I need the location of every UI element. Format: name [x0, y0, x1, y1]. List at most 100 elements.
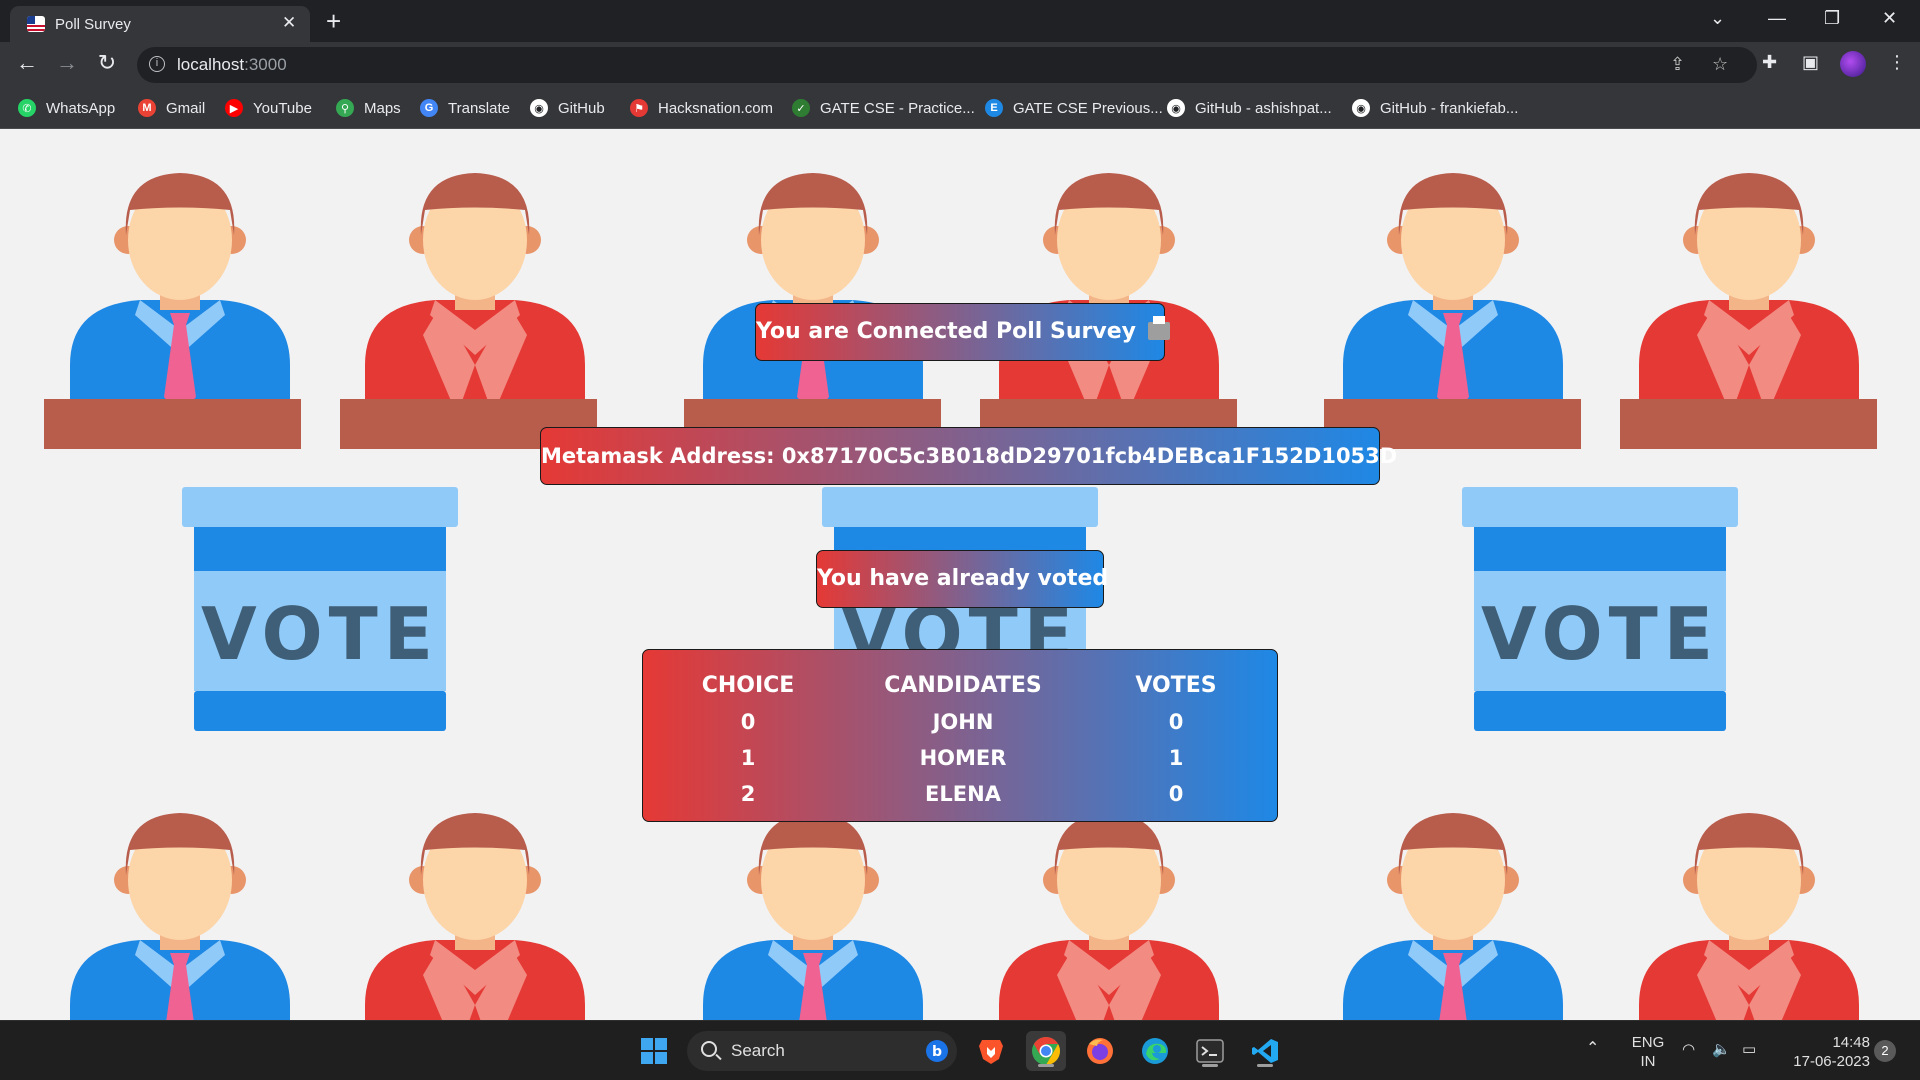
- bookmark-label: Translate: [448, 99, 510, 117]
- podium-illustration: [44, 399, 301, 449]
- bookmark-label: WhatsApp: [46, 99, 116, 117]
- running-indicator: [1202, 1064, 1218, 1067]
- header-votes: VOTES: [1135, 672, 1217, 698]
- ballot-box-icon: [1147, 316, 1170, 340]
- url-text[interactable]: localhost:3000: [177, 55, 287, 75]
- bookmark-favicon-icon: ◉: [530, 99, 548, 117]
- bookmark-favicon-icon: ▶: [225, 99, 243, 117]
- bookmark-item[interactable]: M Gmail: [138, 96, 205, 120]
- brave-browser-icon[interactable]: [971, 1031, 1011, 1071]
- results-table: CHOICE CANDIDATES VOTES 0 JOHN 0 1 HOMER…: [643, 666, 1279, 812]
- profile-avatar[interactable]: [1840, 51, 1866, 77]
- forward-icon[interactable]: →: [52, 50, 82, 76]
- votes-cell: 1: [1168, 746, 1184, 770]
- clock-time: 14:48: [1832, 1034, 1870, 1051]
- bookmark-item[interactable]: ◉ GitHub: [530, 96, 605, 120]
- address-value: 0x87170C5c3B018dD29701fcb4DEBca1F152D105…: [781, 444, 1398, 468]
- close-window-icon[interactable]: ✕: [1882, 8, 1897, 29]
- region-code: IN: [1640, 1053, 1656, 1070]
- voter-blue-illustration: [50, 805, 310, 1020]
- menu-kebab-icon[interactable]: ⋮: [1888, 52, 1906, 73]
- bookmark-item[interactable]: ◉ GitHub - frankiefab...: [1352, 96, 1518, 120]
- share-icon[interactable]: ⇪: [1670, 54, 1685, 75]
- battery-icon[interactable]: ▭: [1742, 1040, 1756, 1059]
- voter-red-illustration: [345, 165, 605, 430]
- table-row: 2 ELENA 0: [643, 776, 1279, 812]
- candidate-cell: HOMER: [919, 746, 1007, 770]
- svg-text:VOTE: VOTE: [1481, 592, 1719, 676]
- show-hidden-icons-chevron-icon[interactable]: ⌃: [1586, 1039, 1599, 1058]
- wifi-icon[interactable]: ◠: [1682, 1040, 1695, 1059]
- bookmark-favicon-icon: ✓: [792, 99, 810, 117]
- bing-icon[interactable]: b: [925, 1039, 949, 1063]
- bookmark-favicon-icon: ◉: [1167, 99, 1185, 117]
- bookmark-label: GitHub - ashishpat...: [1195, 99, 1332, 117]
- back-icon[interactable]: ←: [12, 50, 42, 76]
- vote-box-illustration: VOTE: [182, 487, 458, 731]
- voter-red-illustration: [345, 805, 605, 1020]
- bookmark-item[interactable]: ✆ WhatsApp: [18, 96, 115, 120]
- address-bar[interactable]: i localhost:3000 ⇪ ☆: [137, 47, 1757, 83]
- bookmarks-bar: ✆ WhatsApp M Gmail ▶ YouTube ⚲ Maps G Translate ◉ G…: [0, 88, 1920, 129]
- candidate-cell: JOHN: [932, 710, 994, 734]
- notification-badge[interactable]: 2: [1874, 1040, 1896, 1062]
- tab-search-chevron-icon[interactable]: ⌄: [1710, 8, 1725, 29]
- vote-box-illustration: VOTE: [1462, 487, 1738, 731]
- table-row: 0 JOHN 0: [643, 704, 1279, 740]
- extensions-puzzle-icon[interactable]: ✚: [1762, 52, 1777, 73]
- side-panel-icon[interactable]: ▣: [1802, 52, 1819, 73]
- connected-text: You are Connected Poll Survey: [756, 319, 1136, 344]
- bookmark-item[interactable]: ⚑ Hacksnation.com: [630, 96, 773, 120]
- header-choice: CHOICE: [701, 672, 795, 698]
- bookmark-label: GitHub: [558, 99, 605, 117]
- bookmark-label: GitHub - frankiefab...: [1380, 99, 1519, 117]
- bookmark-label: Hacksnation.com: [658, 99, 774, 117]
- chrome-icon[interactable]: [1026, 1031, 1066, 1071]
- bookmark-item[interactable]: ⚲ Maps: [336, 96, 401, 120]
- clock-date: 17-06-2023: [1793, 1053, 1870, 1070]
- running-indicator: [1257, 1064, 1273, 1067]
- bookmark-item[interactable]: ▶ YouTube: [225, 96, 312, 120]
- start-windows-icon[interactable]: [634, 1031, 674, 1071]
- clock[interactable]: 14:48 17-06-2023: [1774, 1033, 1870, 1071]
- terminal-icon[interactable]: [1190, 1031, 1230, 1071]
- voter-red-illustration: [1619, 805, 1879, 1020]
- bookmark-label: GATE CSE Previous...: [1013, 99, 1163, 117]
- voter-red-illustration: [979, 805, 1239, 1020]
- voter-blue-illustration: [1323, 805, 1583, 1020]
- restore-icon[interactable]: ❐: [1824, 8, 1840, 29]
- reload-icon[interactable]: ↻: [92, 50, 122, 76]
- minimize-icon[interactable]: —: [1768, 8, 1786, 29]
- votes-cell: 0: [1168, 782, 1184, 806]
- edge-icon[interactable]: [1135, 1031, 1175, 1071]
- new-tab-icon[interactable]: +: [326, 6, 341, 37]
- votes-cell: 0: [1168, 710, 1184, 734]
- volume-icon[interactable]: 🔈: [1712, 1040, 1731, 1059]
- bookmark-item[interactable]: ✓ GATE CSE - Practice...: [792, 96, 975, 120]
- voter-blue-illustration: [1323, 165, 1583, 430]
- bookmark-label: GATE CSE - Practice...: [820, 99, 975, 117]
- language-code: ENG: [1631, 1034, 1665, 1051]
- tab-title: Poll Survey: [55, 16, 131, 33]
- browser-tab[interactable]: Poll Survey ✕: [10, 6, 310, 42]
- bookmark-favicon-icon: M: [138, 99, 156, 117]
- language-indicator[interactable]: ENG IN: [1628, 1033, 1668, 1071]
- firefox-icon[interactable]: [1080, 1031, 1120, 1071]
- table-header-row: CHOICE CANDIDATES VOTES: [643, 666, 1279, 704]
- bookmark-item[interactable]: ◉ GitHub - ashishpat...: [1167, 96, 1332, 120]
- windows-taskbar: Search b ⌃ ENG IN ◠ 🔈 ▭ 14:48 17-06-2023…: [0, 1020, 1920, 1080]
- bookmark-item[interactable]: E GATE CSE Previous...: [985, 96, 1163, 120]
- bookmark-favicon-icon: ⚲: [336, 99, 354, 117]
- bookmark-star-icon[interactable]: ☆: [1712, 54, 1728, 75]
- connected-banner: You are Connected Poll Survey: [755, 303, 1170, 361]
- bookmark-favicon-icon: ✆: [18, 99, 36, 117]
- podium-illustration: [1620, 399, 1877, 449]
- choice-cell: 2: [740, 782, 756, 806]
- site-info-icon[interactable]: i: [149, 56, 165, 72]
- candidate-cell: ELENA: [925, 782, 1001, 806]
- close-tab-icon[interactable]: ✕: [282, 13, 296, 33]
- bookmark-favicon-icon: ⚑: [630, 99, 648, 117]
- vscode-icon[interactable]: [1245, 1031, 1285, 1071]
- taskbar-search-box[interactable]: Search b: [687, 1031, 957, 1071]
- bookmark-item[interactable]: G Translate: [420, 96, 510, 120]
